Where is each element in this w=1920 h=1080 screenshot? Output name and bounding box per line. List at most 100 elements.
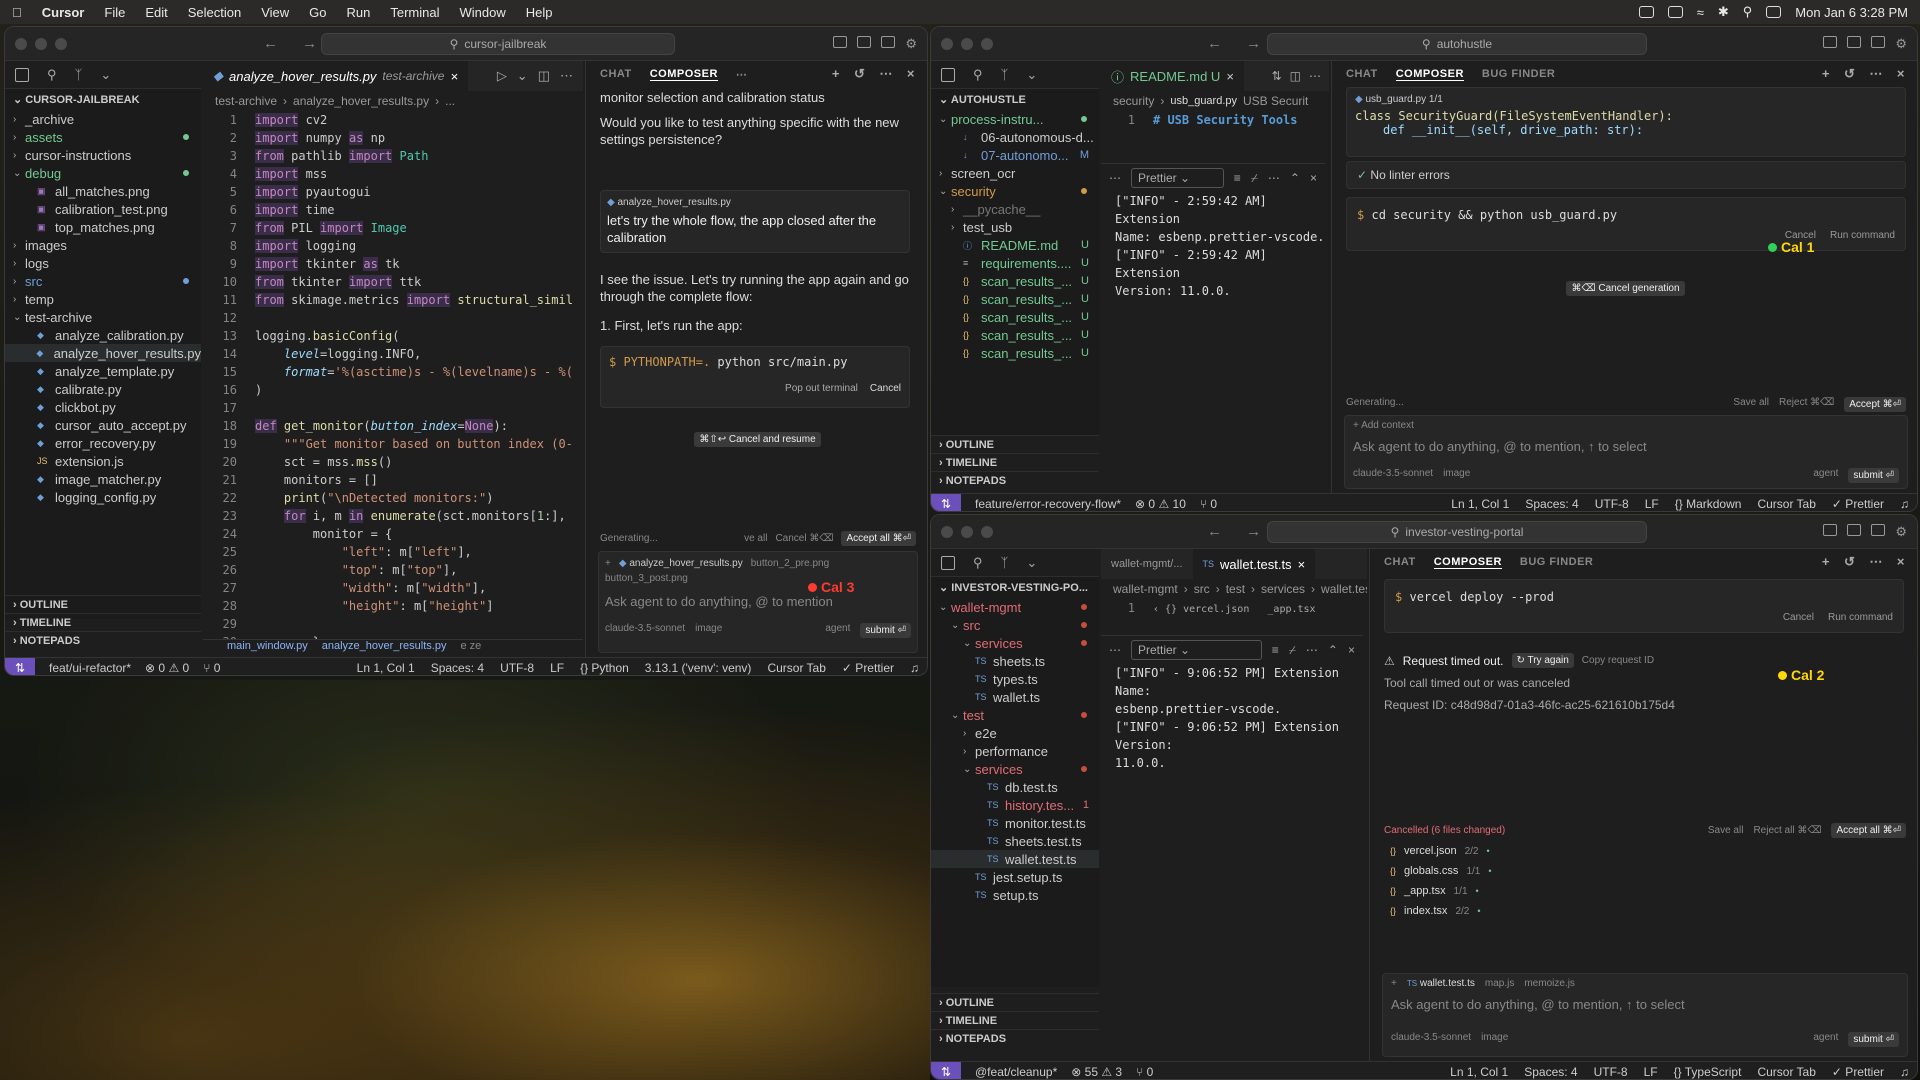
composer-input[interactable]: + TS wallet.test.ts map.js memoize.js As… xyxy=(1382,973,1908,1057)
search-icon[interactable]: ⚲ xyxy=(973,555,983,571)
tree-file[interactable]: {} scan_results_... U xyxy=(931,290,1099,308)
tree-file[interactable]: ▣ calibration_test.png xyxy=(5,200,201,218)
code-line[interactable]: 10 from tkinter import ttk xyxy=(203,273,583,291)
tree-file[interactable]: ⓘ README.md U xyxy=(931,236,1099,254)
code-line[interactable]: 4 import mss xyxy=(203,165,583,183)
tree-file[interactable]: ↓ 07-autonomo... M xyxy=(931,146,1099,164)
remote-icon[interactable]: ⇅ xyxy=(931,493,961,511)
tree-file[interactable]: ◆ calibrate.py xyxy=(5,380,201,398)
code-line[interactable]: 20 sct = mss.mss() xyxy=(203,453,583,471)
tree-file[interactable]: {} scan_results_... U xyxy=(931,272,1099,290)
tree-folder[interactable]: › temp xyxy=(5,290,201,308)
explorer-icon[interactable] xyxy=(941,67,955,82)
user-message[interactable]: ◆ analyze_hover_results.py let's try the… xyxy=(600,190,910,253)
menu-window[interactable]: Window xyxy=(460,5,506,20)
tree-file[interactable]: TS history.tes... 1 xyxy=(931,796,1099,814)
code-line[interactable]: 18 def get_monitor(button_index=None): xyxy=(203,417,583,435)
model-selector[interactable]: claude-3.5-sonnet xyxy=(1353,468,1433,483)
menubar-clock[interactable]: Mon Jan 6 3:28 PM xyxy=(1795,5,1908,20)
close-icon[interactable]: × xyxy=(1348,641,1355,659)
accept-all-button[interactable]: Accept all ⌘⏎ xyxy=(1831,823,1906,838)
menu-run[interactable]: Run xyxy=(347,5,371,20)
control-center-icon[interactable] xyxy=(1766,6,1782,18)
apple-icon[interactable]:  xyxy=(12,5,22,20)
tree-file[interactable]: ◆ analyze_template.py xyxy=(5,362,201,380)
close-icon[interactable]: × xyxy=(1897,66,1905,82)
bell-icon[interactable]: ♫ xyxy=(910,661,919,675)
tab-composer[interactable]: COMPOSER xyxy=(1433,556,1502,569)
composer-input[interactable]: + Add context Ask agent to do anything, … xyxy=(1344,415,1908,489)
lock-icon[interactable]: ⌿ xyxy=(1251,169,1258,187)
branch-indicator[interactable]: feat/ui-refactor* xyxy=(49,661,131,675)
section-notepads[interactable]: › NOTEPADS xyxy=(5,631,201,649)
menubar-app-name[interactable]: Cursor xyxy=(42,5,85,20)
search-icon[interactable]: ⚲ xyxy=(973,67,983,83)
tree-file[interactable]: ◆ logging_config.py xyxy=(5,488,201,506)
save-all-button[interactable]: Save all xyxy=(1733,397,1769,412)
code-line[interactable]: 8 import logging xyxy=(203,237,583,255)
close-icon[interactable]: × xyxy=(1298,557,1306,572)
tree-folder[interactable]: ⌄ process-instru... xyxy=(931,110,1099,128)
peek-files[interactable]: ‹ {} vercel.json _app.tsx xyxy=(1153,604,1316,615)
composer-input-placeholder[interactable]: Ask agent to do anything, @ to mention xyxy=(605,594,911,609)
tab-chat[interactable]: CHAT xyxy=(1384,556,1416,568)
tree-file[interactable]: TS db.test.ts xyxy=(931,778,1099,796)
changed-file-row[interactable]: {} _app.tsx 1/1 • xyxy=(1390,881,1900,901)
tree-folder[interactable]: ⌄ wallet-mgmt xyxy=(931,598,1099,616)
code-editor[interactable]: 1 import cv2 2 import numpy as np 3 from path… xyxy=(203,111,583,651)
tree-file[interactable]: {} scan_results_... U xyxy=(931,308,1099,326)
tree-folder[interactable]: › e2e xyxy=(931,724,1099,742)
tab-wallet-mgmt[interactable]: wallet-mgmt/... xyxy=(1101,549,1193,579)
image-button[interactable]: image xyxy=(1443,468,1470,483)
tree-file[interactable]: {} scan_results_... U xyxy=(931,344,1099,362)
chevron-down-icon[interactable]: ⌄ xyxy=(1026,555,1037,571)
tree-folder[interactable]: ⌄ debug xyxy=(5,164,201,182)
model-selector[interactable]: claude-3.5-sonnet xyxy=(605,623,685,638)
more-icon[interactable]: ⋯ xyxy=(1268,169,1280,187)
tree-folder[interactable]: ⌄ services xyxy=(931,634,1099,652)
output-channel-dropdown[interactable]: Prettier ⌄ xyxy=(1131,640,1262,660)
tree-folder[interactable]: › _archive xyxy=(5,110,201,128)
accept-button[interactable]: Accept ⌘⏎ xyxy=(1844,397,1906,412)
cancel-button[interactable]: Cancel xyxy=(1783,612,1814,623)
window-controls[interactable] xyxy=(941,525,993,538)
code-line[interactable]: 29 xyxy=(203,615,583,633)
explorer-root[interactable]: ⌄ AUTOHUSTLE xyxy=(931,89,1099,110)
code-line[interactable]: 16) xyxy=(203,381,583,399)
window-controls[interactable] xyxy=(941,37,993,50)
status-menu-icon[interactable] xyxy=(1638,6,1654,18)
clear-icon[interactable]: ≡ xyxy=(1234,169,1241,187)
section-timeline[interactable]: › TIMELINE xyxy=(931,453,1099,471)
accept-all-button[interactable]: Accept all ⌘⏎ xyxy=(841,531,916,546)
nav-arrows-icon[interactable]: ← → xyxy=(263,35,327,52)
tree-file[interactable]: TS jest.setup.ts xyxy=(931,868,1099,886)
section-outline[interactable]: › OUTLINE xyxy=(5,595,201,613)
more-icon[interactable]: ⋯ xyxy=(1109,641,1121,659)
plus-icon[interactable]: + xyxy=(1822,554,1830,570)
tree-file[interactable]: ≡ requirements.... U xyxy=(931,254,1099,272)
submit-button[interactable]: submit ⏎ xyxy=(860,623,911,638)
layout-toggles[interactable]: ⚙ xyxy=(1823,523,1907,540)
code-line[interactable]: 25 "left": m["left"], xyxy=(203,543,583,561)
tab-readme[interactable]: ⓘ README.md U × xyxy=(1101,61,1244,91)
chevron-down-icon[interactable]: ⌄ xyxy=(100,67,111,83)
window-controls[interactable] xyxy=(15,37,67,50)
section-notepads[interactable]: › NOTEPADS xyxy=(931,471,1099,489)
command-center-search[interactable]: ⚲ investor-vesting-portal xyxy=(1267,520,1647,543)
code-line[interactable]: 7 from PIL import Image xyxy=(203,219,583,237)
section-notepads[interactable]: › NOTEPADS xyxy=(931,1029,1099,1047)
code-line[interactable]: 12 xyxy=(203,309,583,327)
menu-file[interactable]: File xyxy=(104,5,125,20)
menu-selection[interactable]: Selection xyxy=(188,5,241,20)
bell-icon[interactable]: ♫ xyxy=(1900,497,1909,511)
close-icon[interactable]: × xyxy=(907,66,915,82)
model-selector[interactable]: claude-3.5-sonnet xyxy=(1391,1032,1471,1047)
code-line[interactable]: 15 format='%(asctime)s - %(levelname)s -… xyxy=(203,363,583,381)
problems-indicator[interactable]: ⊗ 0 ⚠ 10 xyxy=(1135,497,1186,511)
tree-folder[interactable]: › screen_ocr xyxy=(931,164,1099,182)
tree-folder[interactable]: ⌄ test-archive xyxy=(5,308,201,326)
menu-view[interactable]: View xyxy=(261,5,289,20)
copy-request-id-button[interactable]: Copy request ID xyxy=(1582,655,1654,666)
tree-folder[interactable]: › logs xyxy=(5,254,201,272)
tree-folder[interactable]: › cursor-instructions xyxy=(5,146,201,164)
